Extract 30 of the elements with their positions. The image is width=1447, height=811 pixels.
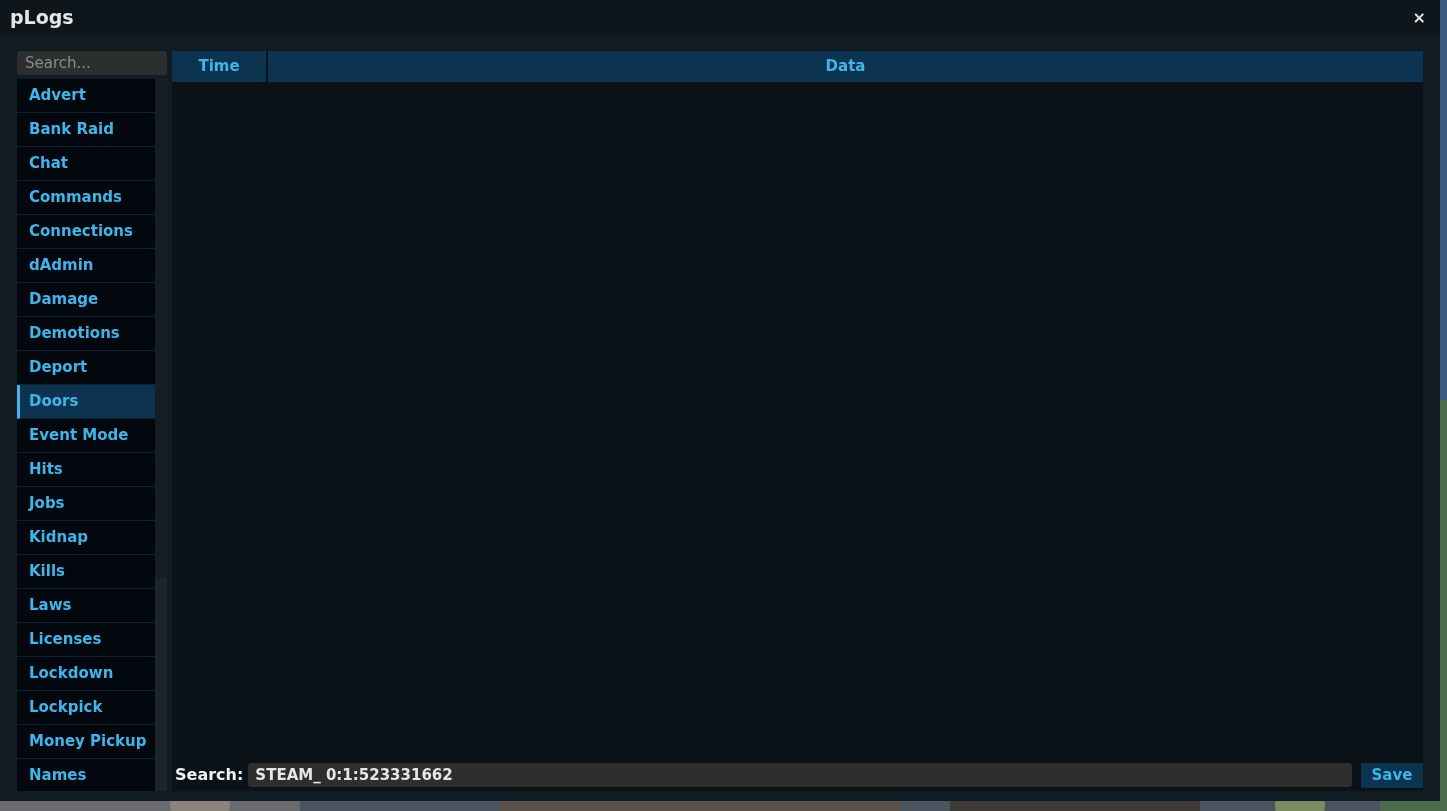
sidebar-item[interactable]: dAdmin	[17, 249, 155, 283]
sidebar-item[interactable]: Connections	[17, 215, 155, 249]
column-header: Time	[172, 51, 266, 82]
close-button[interactable]: ×	[1408, 5, 1430, 30]
scrollbar[interactable]	[155, 79, 167, 791]
search-field[interactable]: Search...	[17, 51, 167, 75]
sidebar-item[interactable]: Laws	[17, 589, 155, 623]
sidebar-item[interactable]: Money Pickup	[17, 725, 155, 759]
sidebar-item[interactable]: Lockpick	[17, 691, 155, 725]
sidebar-item[interactable]: Hits	[17, 453, 155, 487]
sidebar-item[interactable]: Lockdown	[17, 657, 155, 691]
sidebar-item[interactable]: Names	[17, 759, 155, 791]
sidebar-item[interactable]: Jobs	[17, 487, 155, 521]
sidebar-item[interactable]: Kills	[17, 555, 155, 589]
sidebar-item[interactable]: Damage	[17, 283, 155, 317]
sidebar-item[interactable]: Advert	[17, 79, 155, 113]
search-label: Search:	[175, 764, 244, 786]
steam-id-field[interactable]: STEAM_ 0:1:523331662	[248, 763, 1352, 787]
window-title: pLogs	[10, 5, 74, 31]
sidebar-item[interactable]: Doors	[17, 385, 155, 419]
sidebar-item[interactable]: Commands	[17, 181, 155, 215]
sidebar-item[interactable]: Chat	[17, 147, 155, 181]
sidebar-item[interactable]: Event Mode	[17, 419, 155, 453]
sidebar-item[interactable]: Licenses	[17, 623, 155, 657]
sidebar-item[interactable]: Demotions	[17, 317, 155, 351]
column-header: Data	[268, 51, 1423, 82]
save-button[interactable]: Save	[1361, 762, 1423, 788]
sidebar-item[interactable]: Bank Raid	[17, 113, 155, 147]
sidebar-item[interactable]: Kidnap	[17, 521, 155, 555]
sidebar-item[interactable]: Deport	[17, 351, 155, 385]
